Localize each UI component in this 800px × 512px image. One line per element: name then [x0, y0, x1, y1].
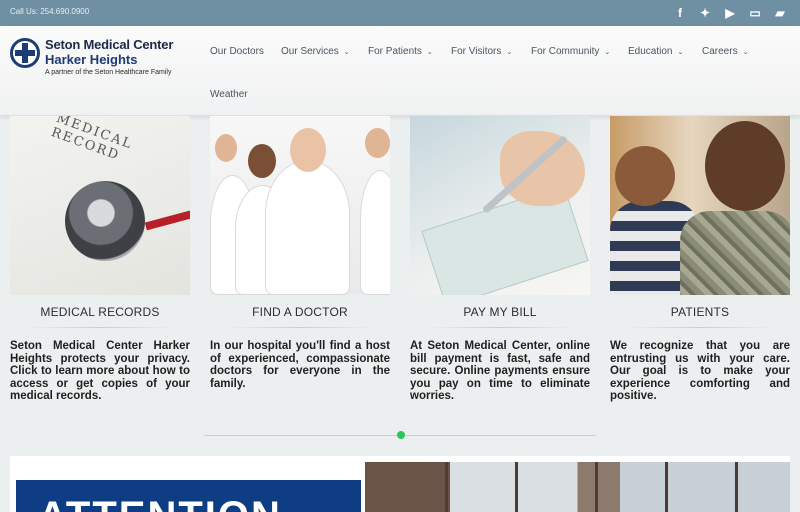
feature-find-a-doctor[interactable]: FIND A DOCTOR In our hospital you'll fin…: [210, 116, 390, 390]
title-divider: [625, 327, 775, 328]
chevron-down-icon: ⌄: [426, 49, 433, 56]
nav-label: For Community: [531, 46, 600, 57]
feature-description: We recognize that you are entrusting us …: [610, 340, 790, 402]
doctors-photo[interactable]: [210, 116, 390, 295]
soldier-head: [705, 121, 785, 211]
feature-description: At Seton Medical Center, online bill pay…: [410, 340, 590, 402]
lobby-photo[interactable]: [365, 462, 790, 512]
window-frame: [595, 462, 598, 512]
window-frame: [515, 462, 518, 512]
cross-logo-icon: [10, 38, 40, 68]
patients-photo[interactable]: [610, 116, 790, 295]
chevron-down-icon: ⌄: [343, 49, 350, 56]
top-bar: Call Us: 254.690.0900 f ✦ ▶ ▭ ▰: [0, 0, 800, 26]
title-divider: [225, 327, 375, 328]
bottom-banner-section: ATTENTION: [10, 456, 790, 512]
feature-title[interactable]: MEDICAL RECORDS: [10, 305, 190, 319]
doctor-head: [290, 128, 326, 172]
hand-figure: [500, 131, 585, 206]
feature-title[interactable]: PATIENTS: [610, 305, 790, 319]
feature-patients[interactable]: PATIENTS We recognize that you are entru…: [610, 116, 790, 403]
nav-label: Our Doctors: [210, 46, 264, 57]
window-frame: [735, 462, 738, 512]
feature-title[interactable]: PAY MY BILL: [410, 305, 590, 319]
nav-label: Weather: [210, 89, 248, 100]
nav-careers[interactable]: Careers ⌄: [702, 46, 748, 57]
nav-label: For Patients: [368, 46, 422, 57]
nav-our-doctors[interactable]: Our Doctors: [210, 46, 264, 57]
slider-dot-icon[interactable]: [397, 431, 405, 439]
doctor-head: [365, 128, 390, 158]
nav-label: Education: [628, 46, 673, 57]
logo-tagline: A partner of the Seton Healthcare Family: [45, 69, 172, 76]
attention-text: ATTENTION: [38, 496, 282, 512]
nav-label: Our Services: [281, 46, 339, 57]
nav-education[interactable]: Education ⌄: [628, 46, 683, 57]
feature-description: In our hospital you'll find a host of ex…: [210, 340, 390, 390]
folder-icon[interactable]: ▰: [772, 5, 788, 21]
window-frame: [665, 462, 668, 512]
nav-for-patients[interactable]: For Patients ⌄: [368, 46, 433, 57]
nav-label: For Visitors: [451, 46, 502, 57]
chevron-down-icon: ⌄: [742, 49, 749, 56]
stethoscope-tube: [144, 209, 190, 231]
title-divider: [25, 327, 175, 328]
chevron-down-icon: ⌄: [604, 49, 611, 56]
chevron-down-icon: ⌄: [506, 49, 513, 56]
nav-weather[interactable]: Weather: [210, 89, 248, 100]
facebook-icon[interactable]: f: [672, 5, 688, 21]
window-frame: [445, 462, 448, 512]
pay-bill-photo[interactable]: [410, 116, 590, 295]
site-header: Seton Medical Center Harker Heights A pa…: [0, 26, 800, 116]
attention-banner[interactable]: ATTENTION: [16, 480, 361, 512]
social-links: f ✦ ▶ ▭ ▰: [672, 5, 788, 21]
child-head: [615, 146, 675, 206]
doctor-head: [215, 134, 237, 162]
doctor-figure: [265, 160, 350, 295]
chevron-down-icon: ⌄: [677, 49, 684, 56]
doctor-figure: [360, 170, 390, 295]
doctor-head: [248, 144, 276, 178]
youtube-icon[interactable]: ▶: [722, 5, 738, 21]
title-divider: [425, 327, 575, 328]
call-us-text[interactable]: Call Us: 254.690.0900: [10, 7, 89, 16]
logo-title: Seton Medical Center: [45, 37, 174, 52]
soldier-figure: [680, 211, 790, 295]
nav-our-services[interactable]: Our Services ⌄: [281, 46, 350, 57]
feature-description: Seton Medical Center Harker Heights prot…: [10, 340, 190, 402]
logo-subtitle: Harker Heights: [45, 52, 138, 67]
twitter-icon[interactable]: ✦: [697, 5, 713, 21]
stethoscope-icon: [65, 181, 145, 261]
site-logo[interactable]: Seton Medical Center Harker Heights A pa…: [10, 36, 195, 86]
medical-records-photo[interactable]: MEDICAL RECORD: [10, 116, 190, 295]
feature-title[interactable]: FIND A DOCTOR: [210, 305, 390, 319]
nav-label: Careers: [702, 46, 738, 57]
payment-card-icon[interactable]: ▭: [747, 5, 763, 21]
feature-pay-my-bill[interactable]: PAY MY BILL At Seton Medical Center, onl…: [410, 116, 590, 403]
feature-medical-records[interactable]: MEDICAL RECORD MEDICAL RECORDS Seton Med…: [10, 116, 190, 403]
nav-for-community[interactable]: For Community ⌄: [531, 46, 610, 57]
nav-for-visitors[interactable]: For Visitors ⌄: [451, 46, 512, 57]
photo-caption: MEDICAL RECORD: [49, 116, 135, 164]
